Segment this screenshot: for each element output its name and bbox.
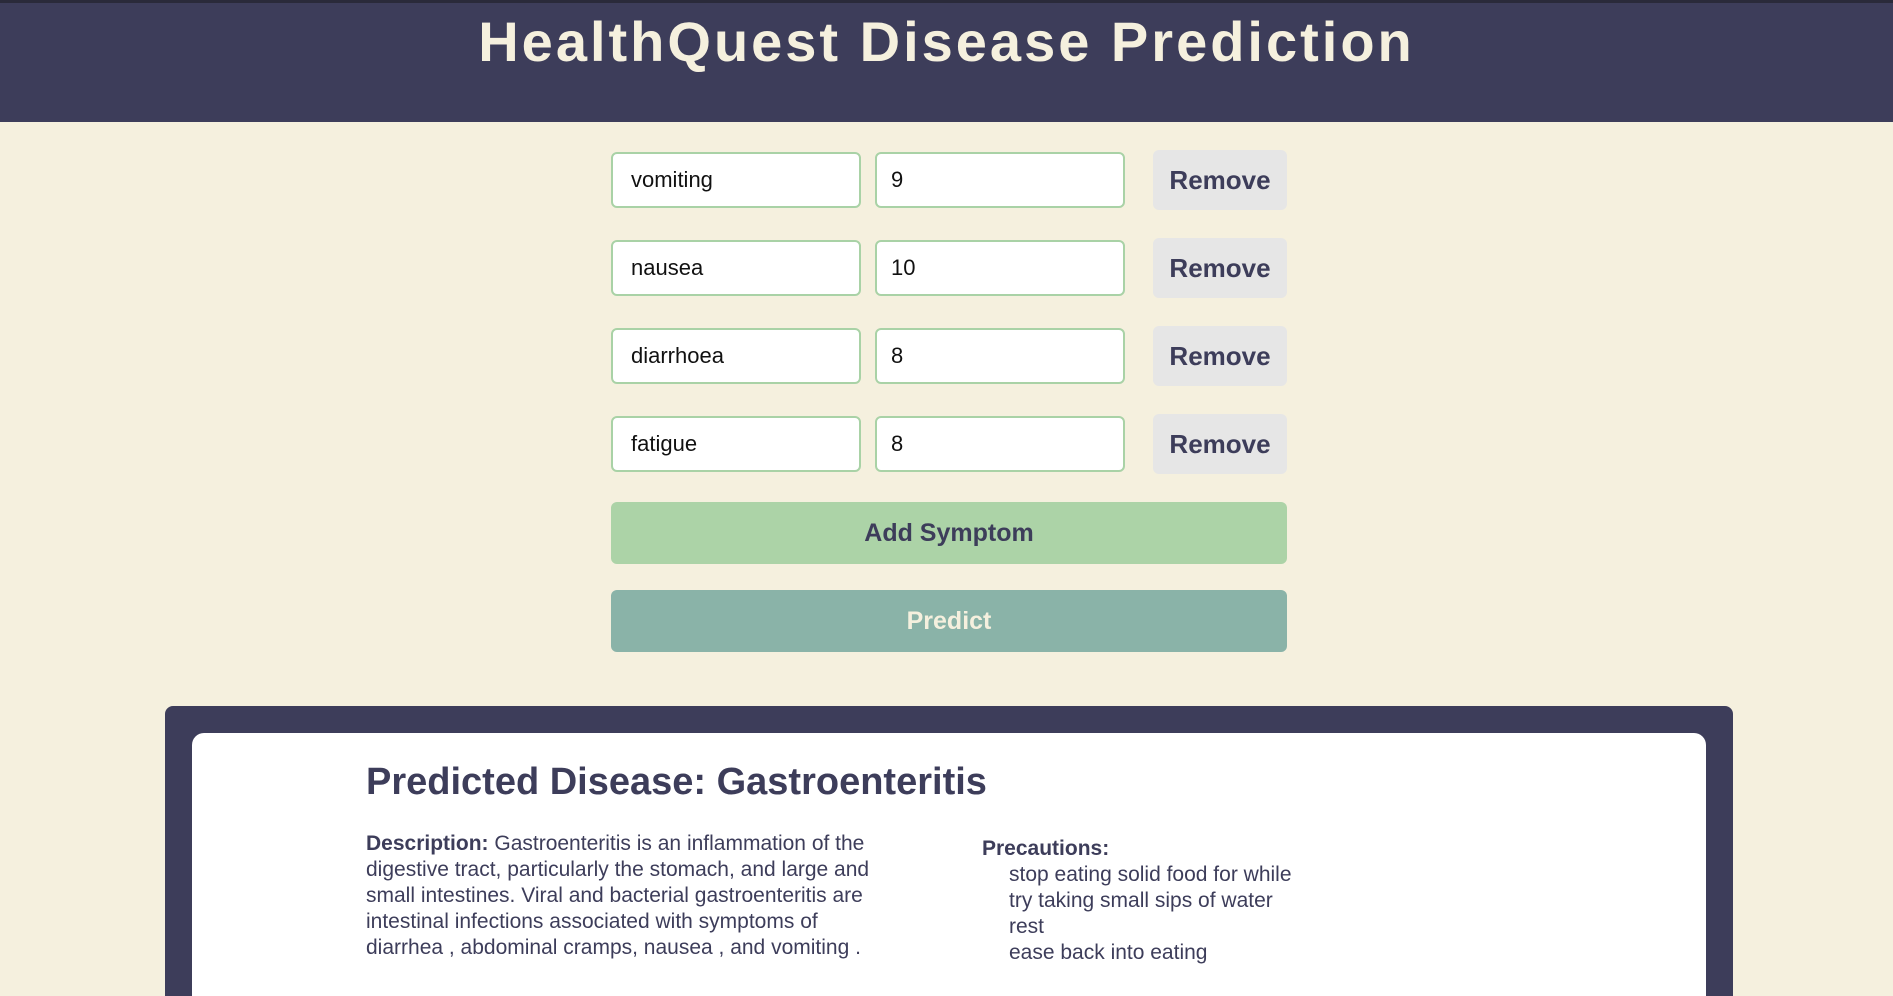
- symptom-row: Remove: [611, 150, 1287, 210]
- disease-description: Description: Gastroenteritis is an infla…: [366, 831, 896, 961]
- symptom-name-input[interactable]: [611, 328, 861, 384]
- symptom-row: Remove: [611, 326, 1287, 386]
- symptom-severity-input[interactable]: [875, 240, 1125, 296]
- predicted-disease-heading: Predicted Disease: Gastroenteritis: [366, 761, 987, 803]
- remove-symptom-button[interactable]: Remove: [1153, 238, 1287, 298]
- predict-button[interactable]: Predict: [611, 590, 1287, 652]
- symptom-row: Remove: [611, 414, 1287, 474]
- description-label: Description:: [366, 832, 489, 855]
- precaution-item: rest: [1009, 915, 1045, 938]
- precaution-item: stop eating solid food for while: [1009, 863, 1292, 886]
- app-header: HealthQuest Disease Prediction: [0, 0, 1893, 122]
- symptom-severity-input[interactable]: [875, 328, 1125, 384]
- symptom-form: Remove Remove Remove Remove Add Symptom …: [611, 150, 1287, 652]
- add-symptom-button[interactable]: Add Symptom: [611, 502, 1287, 564]
- precautions-section: Precautions: stop eating solid food for …: [982, 836, 1292, 966]
- result-card: Predicted Disease: Gastroenteritis Descr…: [192, 733, 1706, 996]
- page-title: HealthQuest Disease Prediction: [478, 10, 1415, 73]
- precaution-item: ease back into eating: [1009, 941, 1208, 964]
- remove-symptom-button[interactable]: Remove: [1153, 150, 1287, 210]
- result-panel: Predicted Disease: Gastroenteritis Descr…: [165, 706, 1733, 996]
- precautions-label: Precautions:: [982, 837, 1110, 860]
- symptom-row: Remove: [611, 238, 1287, 298]
- symptom-name-input[interactable]: [611, 240, 861, 296]
- symptom-severity-input[interactable]: [875, 152, 1125, 208]
- symptom-severity-input[interactable]: [875, 416, 1125, 472]
- symptom-name-input[interactable]: [611, 416, 861, 472]
- remove-symptom-button[interactable]: Remove: [1153, 414, 1287, 474]
- symptom-name-input[interactable]: [611, 152, 861, 208]
- precaution-item: try taking small sips of water: [1009, 889, 1273, 912]
- remove-symptom-button[interactable]: Remove: [1153, 326, 1287, 386]
- precautions-list: stop eating solid food for while try tak…: [982, 862, 1292, 966]
